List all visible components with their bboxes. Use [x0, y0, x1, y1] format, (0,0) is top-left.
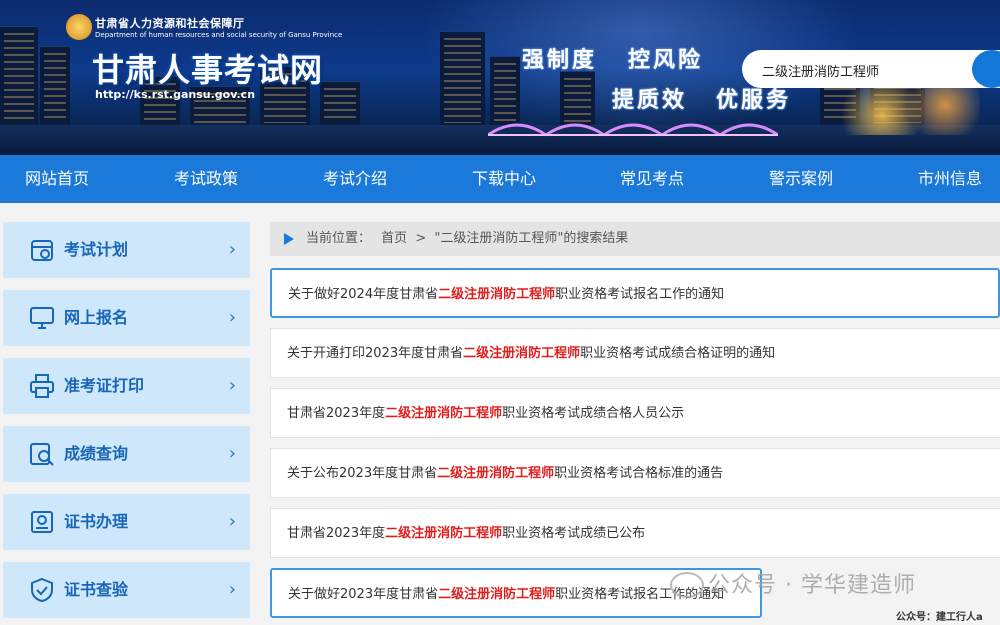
sidebar-item-certificate[interactable]: 证书办理 › [3, 494, 250, 550]
result-link[interactable]: 关于公布2023年度甘肃省二级注册消防工程师职业资格考试合格标准的通告 [287, 449, 723, 499]
bridge-illustration [488, 123, 778, 137]
footer-note: 公众号：建工行人a [896, 612, 983, 623]
result-item: 关于开通打印2023年度甘肃省二级注册消防工程师职业资格考试成绩合格证明的通知 [270, 328, 1000, 378]
sidebar-item-online-registration[interactable]: 网上报名 › [3, 290, 250, 346]
sidebar-item-label: 准考证打印 [64, 376, 145, 395]
chevron-right-icon: › [228, 307, 236, 328]
wechat-logo-icon [670, 572, 704, 598]
slogan-2: 控风险 [628, 47, 704, 73]
city-building [440, 31, 485, 127]
calendar-icon [31, 240, 53, 261]
city-building [0, 26, 38, 127]
monitor-icon [30, 307, 54, 329]
watermark: 公众号 · 学华建造师 [708, 573, 916, 598]
result-item: 关于公布2023年度甘肃省二级注册消防工程师职业资格考试合格标准的通告 [270, 448, 1000, 498]
chevron-right-icon: › [228, 239, 236, 260]
breadcrumb-current: "二级注册消防工程师"的搜索结果 [434, 231, 629, 246]
nav-item-home[interactable]: 网站首页 [25, 155, 89, 203]
nav-item-cases[interactable]: 警示案例 [769, 155, 833, 203]
shield-check-icon [31, 577, 53, 603]
search-input[interactable] [760, 58, 974, 82]
breadcrumb: 当前位置： 首页 > "二级注册消防工程师"的搜索结果 [270, 222, 1000, 256]
nav-item-policy[interactable]: 考试政策 [174, 155, 238, 203]
breadcrumb-text: 当前位置： 首页 > "二级注册消防工程师"的搜索结果 [306, 222, 628, 256]
search-box [742, 50, 1000, 88]
nav-item-intro[interactable]: 考试介绍 [323, 155, 387, 203]
breadcrumb-separator: > [415, 231, 427, 246]
sidebar-item-label: 考试计划 [64, 240, 129, 259]
chevron-right-icon: › [228, 579, 236, 600]
sidebar-item-label: 网上报名 [64, 308, 129, 327]
main-nav: 网站首页 考试政策 考试介绍 下载中心 常见考点 警示案例 市州信息 [0, 155, 1000, 203]
nav-item-venues[interactable]: 常见考点 [620, 155, 684, 203]
slogan-1: 强制度 [522, 47, 598, 73]
chevron-right-icon: › [228, 375, 236, 396]
chevron-right-icon: › [228, 443, 236, 464]
sidebar-item-certificate-verify[interactable]: 证书查验 › [3, 562, 250, 618]
result-link[interactable]: 关于做好2023年度甘肃省二级注册消防工程师职业资格考试报名工作的通知 [288, 570, 724, 620]
result-link[interactable]: 关于开通打印2023年度甘肃省二级注册消防工程师职业资格考试成绩合格证明的通知 [287, 329, 775, 379]
city-building [40, 46, 70, 127]
sidebar-item-label: 证书办理 [64, 512, 129, 531]
slogan-3: 提质效 [612, 87, 688, 113]
sidebar-item-admission-print[interactable]: 准考证打印 › [3, 358, 250, 414]
sidebar-item-label: 成绩查询 [64, 444, 129, 463]
printer-icon [30, 374, 54, 398]
search-button[interactable] [972, 50, 1000, 88]
org-name-cn: 甘肃省人力资源和社会保障厅 [95, 17, 245, 30]
sidebar-item-score-query[interactable]: 成绩查询 › [3, 426, 250, 482]
search-doc-icon [30, 443, 54, 466]
city-lights [840, 85, 980, 135]
triangle-right-icon [284, 233, 294, 245]
sidebar-item-label: 证书查验 [64, 580, 129, 599]
chevron-right-icon: › [228, 511, 236, 532]
header-banner: 甘肃省人力资源和社会保障厅 Department of human resour… [0, 0, 1000, 155]
org-name-en: Department of human resources and social… [95, 31, 343, 39]
result-item: 甘肃省2023年度二级注册消防工程师职业资格考试成绩合格人员公示 [270, 388, 1000, 438]
breadcrumb-home[interactable]: 首页 [381, 231, 407, 246]
city-building [320, 81, 360, 127]
result-item: 关于做好2024年度甘肃省二级注册消防工程师职业资格考试报名工作的通知 [270, 268, 1000, 318]
sidebar-item-exam-plan[interactable]: 考试计划 › [3, 222, 250, 278]
nav-item-cities[interactable]: 市州信息 [918, 155, 982, 203]
site-title[interactable]: 甘肃人事考试网 [92, 45, 323, 91]
breadcrumb-prefix: 当前位置： [306, 231, 372, 246]
emblem-icon [66, 14, 92, 40]
result-link[interactable]: 甘肃省2023年度二级注册消防工程师职业资格考试成绩已公布 [287, 509, 645, 559]
result-link[interactable]: 关于做好2024年度甘肃省二级注册消防工程师职业资格考试报名工作的通知 [288, 270, 724, 320]
site-url: http://ks.rst.gansu.gov.cn [95, 88, 256, 101]
result-link[interactable]: 甘肃省2023年度二级注册消防工程师职业资格考试成绩合格人员公示 [287, 389, 684, 439]
result-item: 甘肃省2023年度二级注册消防工程师职业资格考试成绩已公布 [270, 508, 1000, 558]
nav-item-downloads[interactable]: 下载中心 [472, 155, 536, 203]
certificate-icon [31, 511, 53, 533]
